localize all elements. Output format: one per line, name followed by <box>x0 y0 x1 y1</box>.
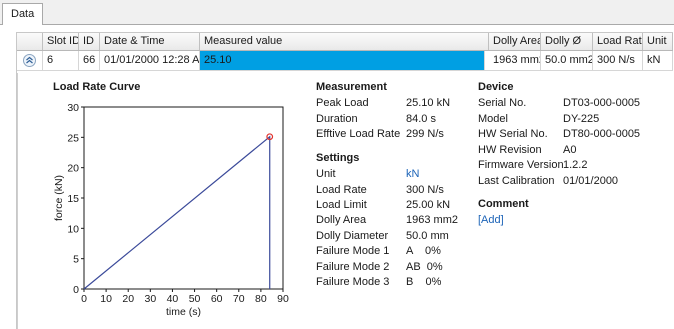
failure-mode-2-value: AB 0% <box>406 261 443 273</box>
failure-mode-1-label: Failure Mode 1 <box>316 245 390 257</box>
column-header-measured-value[interactable]: Measured value <box>200 33 489 50</box>
serial-no-label: Serial No. <box>478 97 527 109</box>
x-tick-label: 40 <box>167 293 179 305</box>
model-value: DY-225 <box>563 113 600 125</box>
failure-mode-1-value: A 0% <box>406 245 441 257</box>
load-rate-value: 300 N/s <box>406 184 444 196</box>
measurement-heading: Measurement <box>316 81 387 93</box>
peak-load-value: 25.10 kN <box>406 97 451 109</box>
y-tick-label: 20 <box>67 163 79 175</box>
x-tick-label: 30 <box>144 293 156 305</box>
dolly-diameter-label: Dolly Diameter <box>316 230 389 242</box>
y-axis-label: force (kN) <box>53 175 65 221</box>
chevron-up-icon <box>26 56 33 64</box>
y-tick-label: 5 <box>73 254 79 266</box>
unit-value: kN <box>406 168 420 180</box>
cell-dolly-area: 1963 mm2 <box>489 51 541 70</box>
column-header-load-rate[interactable]: Load Rate <box>593 33 643 50</box>
hw-serial-no-label: HW Serial No. <box>478 128 548 140</box>
table-row[interactable]: 6 66 01/01/2000 12:28 AM 25.10 1963 mm2 … <box>17 51 673 71</box>
column-header-unit[interactable]: Unit <box>643 33 673 50</box>
column-header-slot-id[interactable]: Slot ID <box>43 33 79 50</box>
y-tick-label: 25 <box>67 132 79 144</box>
cell-id: 66 <box>79 51 100 70</box>
tab-bar: Data <box>0 0 674 25</box>
device-heading: Device <box>478 81 514 93</box>
data-grid: Slot ID ID Date & Time Measured value Do… <box>16 32 673 329</box>
plot-area <box>83 106 284 290</box>
x-axis-label: time (s) <box>166 306 201 318</box>
cell-unit: kN <box>643 51 673 70</box>
firmware-version-label: Firmware Version <box>478 159 564 171</box>
tab-data[interactable]: Data <box>2 3 44 25</box>
last-calibration-label: Last Calibration <box>478 175 555 187</box>
settings-heading: Settings <box>316 152 360 164</box>
x-tick-label: 20 <box>122 293 134 305</box>
column-header-date-time[interactable]: Date & Time <box>100 33 200 50</box>
comment-heading: Comment <box>478 198 529 210</box>
load-rate-label: Load Rate <box>316 184 367 196</box>
failure-mode-2-label: Failure Mode 2 <box>316 261 390 273</box>
serial-no-value: DT03-000-0005 <box>563 97 641 109</box>
failure-mode-3-value: B 0% <box>406 276 442 288</box>
column-header-dolly-diameter[interactable]: Dolly Ø <box>541 33 593 50</box>
add-comment-link[interactable]: [Add] <box>478 214 504 226</box>
dolly-area-value: 1963 mm2 <box>406 214 458 226</box>
x-tick-label: 80 <box>255 293 267 305</box>
column-header-dolly-area[interactable]: Dolly Area <box>489 33 541 50</box>
failure-mode-3-label: Failure Mode 3 <box>316 276 390 288</box>
unit-label: Unit <box>316 168 336 180</box>
last-calibration-value: 01/01/2000 <box>563 175 619 187</box>
duration-value: 84.0 s <box>406 113 436 125</box>
hw-serial-no-value: DT80-000-0005 <box>563 128 641 140</box>
load-rate-chart: 0 10 20 30 40 50 60 70 80 90 0 5 10 15 20 25 30 time (s) f… <box>53 102 289 318</box>
cell-date-time: 01/01/2000 12:28 AM <box>100 51 200 70</box>
y-tick-label: 0 <box>73 284 79 296</box>
x-tick-label: 60 <box>211 293 223 305</box>
load-limit-label: Load Limit <box>316 199 367 211</box>
x-tick-label: 0 <box>81 293 87 305</box>
x-tick-label: 10 <box>100 293 112 305</box>
dolly-diameter-value: 50.0 mm <box>406 230 449 242</box>
detail-panel: Load Rate Curve 0 10 20 30 40 50 60 70 80 90 0 5 10 1… <box>17 73 674 329</box>
effective-load-rate-label: Efftive Load Rate <box>316 128 401 140</box>
x-tick-label: 50 <box>189 293 201 305</box>
chart-title: Load Rate Curve <box>53 81 141 93</box>
hw-revision-label: HW Revision <box>478 144 542 156</box>
cell-dolly-diameter: 50.0 mm2 <box>541 51 593 70</box>
cell-measured-value: 25.10 <box>200 51 485 70</box>
y-tick-label: 15 <box>67 193 79 205</box>
table-header: Slot ID ID Date & Time Measured value Do… <box>17 32 673 51</box>
x-tick-label: 90 <box>277 293 289 305</box>
hw-revision-value: A0 <box>563 144 577 156</box>
peak-load-label: Peak Load <box>316 97 369 109</box>
model-label: Model <box>478 113 508 125</box>
cell-load-rate: 300 N/s <box>593 51 643 70</box>
column-header-id[interactable]: ID <box>79 33 100 50</box>
effective-load-rate-value: 299 N/s <box>406 128 444 140</box>
header-spacer <box>17 33 43 50</box>
x-tick-label: 70 <box>233 293 245 305</box>
collapse-row-button[interactable] <box>23 54 36 67</box>
y-tick-label: 10 <box>67 223 79 235</box>
y-tick-label: 30 <box>67 102 79 114</box>
load-limit-value: 25.00 kN <box>406 199 451 211</box>
cell-slot-id: 6 <box>43 51 79 70</box>
dolly-area-label: Dolly Area <box>316 214 367 226</box>
duration-label: Duration <box>316 113 358 125</box>
firmware-version-value: 1.2.2 <box>563 159 588 171</box>
